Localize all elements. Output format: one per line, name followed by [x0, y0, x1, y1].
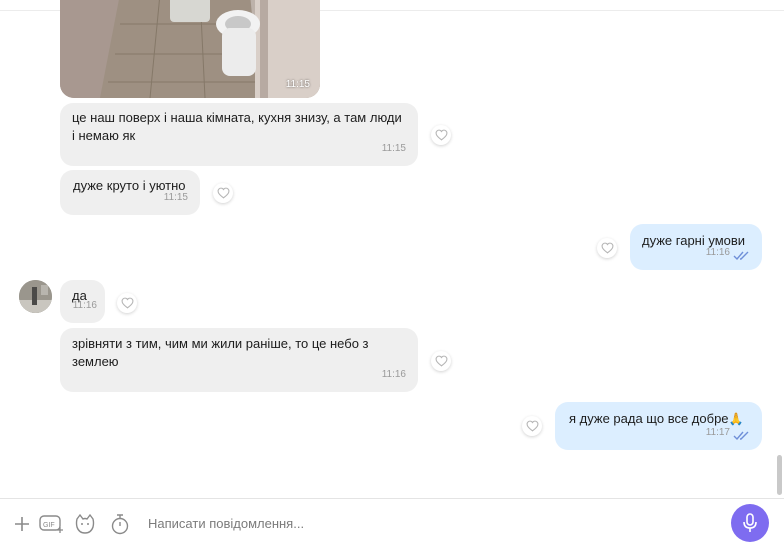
message-time: 11:16 — [72, 300, 97, 311]
message-time: 11:15 — [381, 143, 406, 154]
message-bubble-incoming[interactable]: да 11:16 — [60, 280, 105, 323]
message-time: 11:15 — [285, 79, 310, 90]
message-time: 11:15 — [163, 192, 188, 203]
like-heart-icon[interactable] — [597, 238, 617, 258]
message-time: 11:16 — [705, 247, 730, 258]
like-heart-icon[interactable] — [431, 125, 451, 145]
message-list[interactable]: 11:15 це наш поверх і наша кімната, кухн… — [0, 0, 784, 498]
voice-record-button[interactable] — [731, 504, 769, 542]
message-photo[interactable]: 11:15 — [60, 0, 320, 98]
message-input[interactable] — [148, 514, 708, 532]
message-bubble-outgoing[interactable]: дуже гарні умови 11:16 — [630, 224, 762, 270]
read-double-check-icon — [733, 251, 749, 261]
plus-icon[interactable] — [13, 515, 31, 533]
like-heart-icon[interactable] — [522, 416, 542, 436]
photo-image — [60, 0, 320, 98]
message-text-body: я дуже рада що все добре — [569, 411, 729, 426]
timer-icon[interactable] — [110, 513, 130, 535]
message-bubble-incoming[interactable]: зрівняти з тим, чим ми жили раніше, то ц… — [60, 328, 418, 392]
gif-icon[interactable]: GIF — [39, 514, 65, 534]
like-heart-icon[interactable] — [117, 293, 137, 313]
message-text: і немаю як — [72, 128, 136, 143]
message-time: 11:17 — [705, 427, 730, 438]
praying-hands-emoji: 🙏 — [728, 412, 744, 426]
message-time: 11:16 — [381, 369, 406, 380]
read-double-check-icon — [733, 431, 749, 441]
message-bubble-incoming[interactable]: це наш поверх і наша кімната, кухня зниз… — [60, 103, 418, 166]
message-composer: GIF — [0, 498, 784, 543]
message-bubble-incoming[interactable]: дуже круто і уютно 11:15 — [60, 170, 200, 215]
scrollbar-thumb[interactable] — [777, 455, 782, 495]
like-heart-icon[interactable] — [431, 351, 451, 371]
message-bubble-outgoing[interactable]: я дуже рада що все добре🙏 11:17 — [555, 402, 762, 450]
message-text: дуже гарні умови — [642, 233, 746, 248]
contact-avatar[interactable] — [19, 280, 52, 313]
like-heart-icon[interactable] — [213, 183, 233, 203]
message-text: землею — [72, 354, 119, 369]
message-text: це наш поверх і наша кімната, кухня зниз… — [72, 110, 402, 125]
microphone-icon — [743, 513, 757, 532]
message-text: зрівняти з тим, чим ми жили раніше, то ц… — [72, 336, 369, 351]
svg-text:GIF: GIF — [43, 522, 55, 529]
sticker-icon[interactable] — [74, 513, 96, 535]
